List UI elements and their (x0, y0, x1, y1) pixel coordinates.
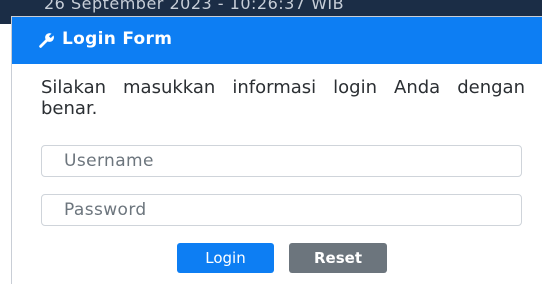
reset-button[interactable]: Reset (289, 243, 387, 273)
wrench-icon (39, 33, 54, 48)
password-input[interactable] (41, 194, 522, 226)
username-input[interactable] (41, 145, 522, 177)
login-button[interactable]: Login (177, 243, 274, 273)
login-modal: Login Form Silakan masukkan informasi lo… (11, 16, 542, 284)
modal-title: Login Form (62, 29, 173, 49)
login-instructions: Silakan masukkan informasi login Anda de… (41, 77, 525, 119)
background-datetime-text: 26 September 2023 - 10:26:37 WIB (44, 0, 345, 13)
modal-header: Login Form (12, 17, 542, 64)
